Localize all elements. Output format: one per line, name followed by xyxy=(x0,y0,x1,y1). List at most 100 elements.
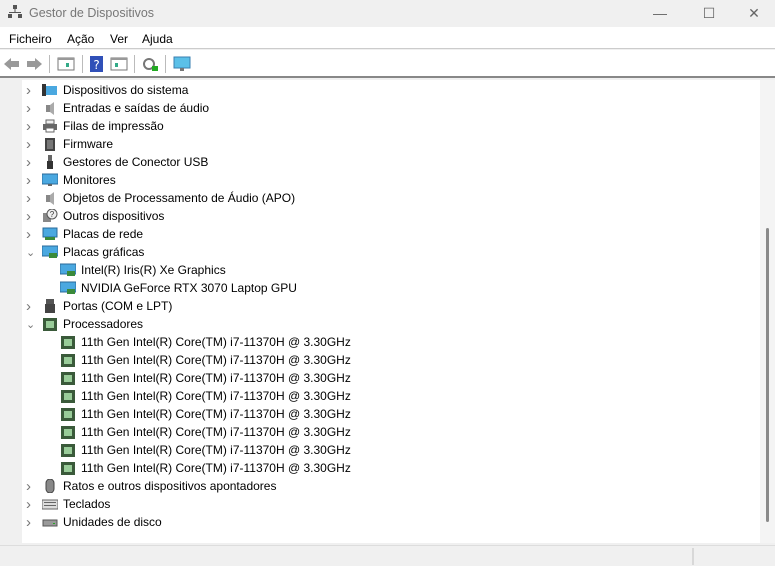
tree-child-item[interactable]: 11th Gen Intel(R) Core(TM) i7-11370H @ 3… xyxy=(60,423,351,441)
device-manager-icon xyxy=(8,5,22,18)
tree-category-item[interactable]: › Gestores de Conector USB xyxy=(26,153,209,171)
tree-item-label: 11th Gen Intel(R) Core(TM) i7-11370H @ 3… xyxy=(81,407,351,421)
menu-ficheiro[interactable]: Ficheiro xyxy=(9,32,52,46)
chevron-right-icon[interactable]: › xyxy=(26,154,36,171)
chevron-right-icon[interactable]: › xyxy=(26,190,36,207)
firmware-icon xyxy=(45,138,55,151)
tree-item-label: Ratos e outros dispositivos apontadores xyxy=(63,479,277,493)
window-title: Gestor de Dispositivos xyxy=(29,6,155,20)
chevron-down-icon[interactable]: ⌄ xyxy=(26,246,36,259)
tree-item-label: Teclados xyxy=(63,497,111,511)
menu-ajuda[interactable]: Ajuda xyxy=(142,32,173,46)
tree-item-label: Firmware xyxy=(63,137,113,151)
tree-item-label: 11th Gen Intel(R) Core(TM) i7-11370H @ 3… xyxy=(81,335,351,349)
monitor-icon xyxy=(42,173,58,186)
chevron-right-icon[interactable]: › xyxy=(26,172,36,189)
tree-item-label: Outros dispositivos xyxy=(63,209,165,223)
tree-child-item[interactable]: 11th Gen Intel(R) Core(TM) i7-11370H @ 3… xyxy=(60,441,351,459)
tree-child-item[interactable]: 11th Gen Intel(R) Core(TM) i7-11370H @ 3… xyxy=(60,333,351,351)
chevron-right-icon[interactable]: › xyxy=(26,118,36,135)
device-tree[interactable]: › Dispositivos do sistema › Entradas e saíd… xyxy=(22,80,760,543)
tree-category-item[interactable]: › Ratos e outros dispositivos apontadores xyxy=(26,477,277,495)
tree-item-label: Monitores xyxy=(63,173,116,187)
chevron-right-icon[interactable]: › xyxy=(26,136,36,153)
tree-category-item[interactable]: › Monitores xyxy=(26,171,116,189)
tree-child-item[interactable]: Intel(R) Iris(R) Xe Graphics xyxy=(60,261,226,279)
tree-category-item[interactable]: › Placas de rede xyxy=(26,225,144,243)
system-devices-icon xyxy=(42,84,57,96)
tree-item-label: 11th Gen Intel(R) Core(TM) i7-11370H @ 3… xyxy=(81,353,351,367)
toolbar-separator xyxy=(134,55,135,73)
processor-icon xyxy=(61,372,75,385)
menu-bar: Ficheiro Ação Ver Ajuda xyxy=(0,27,775,49)
close-button[interactable]: ✕ xyxy=(731,0,775,26)
chevron-right-icon[interactable]: › xyxy=(26,82,36,99)
tree-child-item[interactable]: 11th Gen Intel(R) Core(TM) i7-11370H @ 3… xyxy=(60,405,351,423)
tree-child-item[interactable]: 11th Gen Intel(R) Core(TM) i7-11370H @ 3… xyxy=(60,351,351,369)
tree-child-item[interactable]: 11th Gen Intel(R) Core(TM) i7-11370H @ 3… xyxy=(60,387,351,405)
menu-acao[interactable]: Ação xyxy=(67,32,94,46)
processor-icon xyxy=(61,354,75,367)
vertical-scrollbar[interactable] xyxy=(760,80,775,543)
tree-category-item[interactable]: ›? Outros dispositivos xyxy=(26,207,165,225)
processor-icon xyxy=(61,408,75,421)
tree-item-label: 11th Gen Intel(R) Core(TM) i7-11370H @ 3… xyxy=(81,461,351,475)
minimize-button[interactable]: — xyxy=(637,0,683,26)
chevron-right-icon[interactable]: › xyxy=(26,514,36,531)
status-bar xyxy=(0,545,775,566)
forward-arrow-icon[interactable] xyxy=(25,55,43,73)
tree-item-label: Gestores de Conector USB xyxy=(63,155,209,169)
mouse-icon xyxy=(45,479,55,493)
tree-item-label: 11th Gen Intel(R) Core(TM) i7-11370H @ 3… xyxy=(81,389,351,403)
processor-icon xyxy=(43,318,57,331)
tree-category-item[interactable]: › Teclados xyxy=(26,495,111,513)
speaker-icon xyxy=(46,192,54,205)
chevron-right-icon[interactable]: › xyxy=(26,298,36,315)
chevron-right-icon[interactable]: › xyxy=(26,478,36,495)
tree-category-item[interactable]: › Filas de impressão xyxy=(26,117,164,135)
svg-text:?: ? xyxy=(93,58,99,72)
chevron-right-icon[interactable]: › xyxy=(26,100,36,117)
display-adapter-icon xyxy=(60,281,76,294)
menu-ver[interactable]: Ver xyxy=(110,32,128,46)
speaker-icon xyxy=(46,102,54,115)
toolbar-separator xyxy=(49,55,50,73)
show-hide-console-tree-icon[interactable] xyxy=(57,55,75,73)
properties-icon[interactable] xyxy=(110,55,128,73)
chevron-right-icon[interactable]: › xyxy=(26,496,36,513)
tree-item-label: 11th Gen Intel(R) Core(TM) i7-11370H @ 3… xyxy=(81,371,351,385)
display-adapter-icon xyxy=(42,245,58,258)
printer-icon xyxy=(43,119,57,133)
tree-category-item[interactable]: ⌄ Placas gráficas xyxy=(26,243,144,261)
title-bar: Gestor de Dispositivos — ☐ ✕ xyxy=(0,0,775,26)
port-icon xyxy=(45,299,55,313)
tree-category-item[interactable]: ⌄ Processadores xyxy=(26,315,144,333)
tree-item-label: Portas (COM e LPT) xyxy=(63,299,173,313)
network-icon xyxy=(42,227,58,240)
monitor-icon[interactable] xyxy=(173,55,191,73)
tree-category-item[interactable]: › Dispositivos do sistema xyxy=(26,81,189,99)
tree-category-item[interactable]: › Objetos de Processamento de Áudio (APO) xyxy=(26,189,295,207)
tree-category-item[interactable]: › Unidades de disco xyxy=(26,513,162,531)
tree-item-label: NVIDIA GeForce RTX 3070 Laptop GPU xyxy=(81,281,297,295)
tree-item-label: Processadores xyxy=(63,317,144,331)
chevron-down-icon[interactable]: ⌄ xyxy=(26,318,36,331)
chevron-right-icon[interactable]: › xyxy=(26,226,36,243)
help-icon[interactable]: ? xyxy=(88,55,106,73)
scrollbar-thumb[interactable] xyxy=(766,228,769,522)
chevron-right-icon[interactable]: › xyxy=(26,208,36,225)
tree-child-item[interactable]: 11th Gen Intel(R) Core(TM) i7-11370H @ 3… xyxy=(60,459,351,477)
disk-icon xyxy=(42,519,58,527)
tree-category-item[interactable]: › Firmware xyxy=(26,135,113,153)
tree-category-item[interactable]: › Portas (COM e LPT) xyxy=(26,297,173,315)
tree-item-label: Dispositivos do sistema xyxy=(63,83,189,97)
display-adapter-icon xyxy=(60,263,76,276)
status-divider xyxy=(692,548,694,565)
maximize-button[interactable]: ☐ xyxy=(686,0,732,26)
tree-child-item[interactable]: 11th Gen Intel(R) Core(TM) i7-11370H @ 3… xyxy=(60,369,351,387)
tree-item-label: Placas de rede xyxy=(63,227,144,241)
scan-hardware-changes-icon[interactable] xyxy=(141,55,159,73)
tree-child-item[interactable]: NVIDIA GeForce RTX 3070 Laptop GPU xyxy=(60,279,297,297)
back-arrow-icon[interactable] xyxy=(3,55,21,73)
tree-category-item[interactable]: › Entradas e saídas de áudio xyxy=(26,99,209,117)
